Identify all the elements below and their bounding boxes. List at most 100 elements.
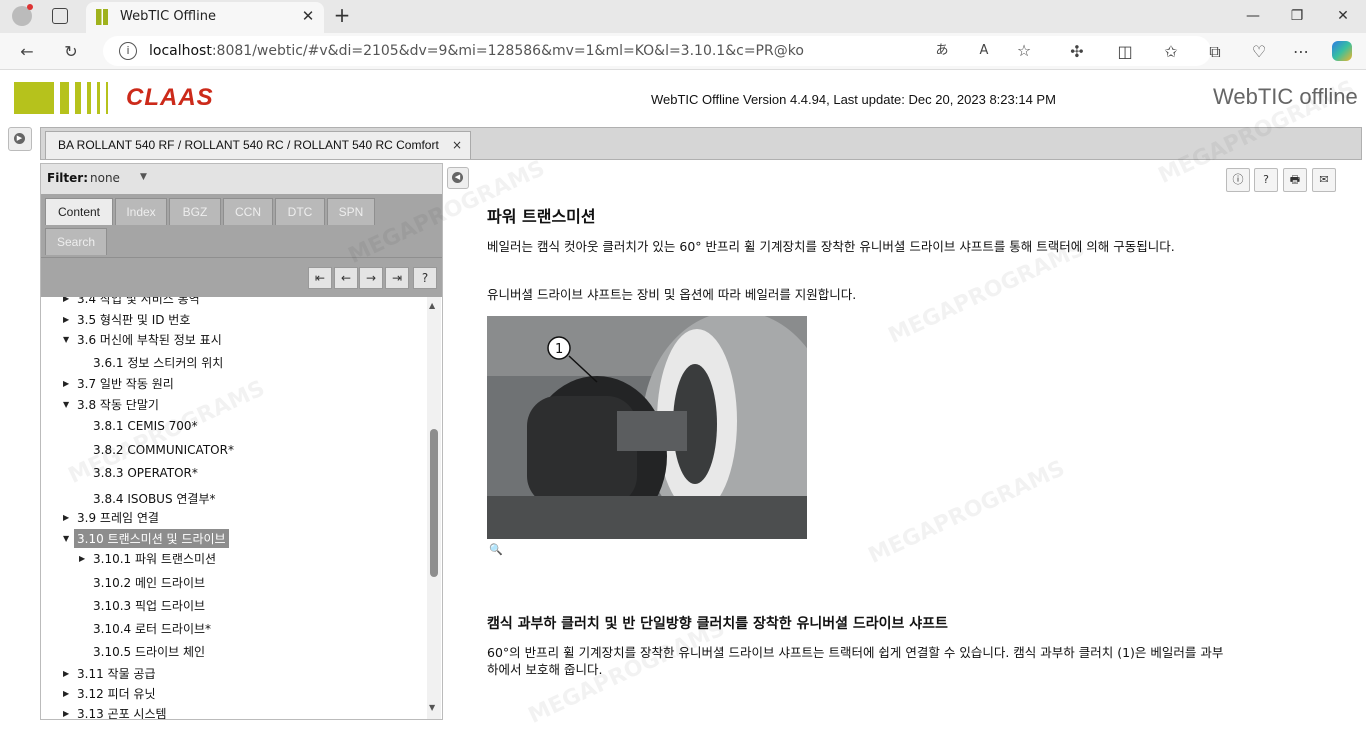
tree-item[interactable]: 3.11 작물 공급 [77, 665, 156, 682]
minimize-icon[interactable]: — [1238, 4, 1268, 28]
new-tab-icon[interactable]: + [330, 4, 354, 28]
nav-last-button[interactable]: ⇥ [385, 267, 409, 289]
tree-item[interactable]: 3.10.2 메인 드라이브 [93, 574, 205, 591]
tree-item[interactable]: 3.8 작동 단말기 [77, 396, 159, 413]
zoom-icon[interactable]: 🔍 [489, 543, 503, 556]
tree-item[interactable]: 3.13 곤포 시스템 [77, 705, 167, 719]
play-icon: ▶ [14, 133, 25, 144]
browser-tab[interactable]: WebTIC Offline ✕ [86, 2, 324, 33]
chevron-right-icon[interactable]: ▶ [63, 709, 69, 718]
sidebar-toggle-button[interactable]: ▶ [8, 127, 32, 151]
document-tab-strip: BA ROLLANT 540 RF / ROLLANT 540 RC / ROL… [40, 127, 1362, 160]
close-tab-icon[interactable]: ✕ [298, 6, 318, 26]
restore-icon[interactable]: ❐ [1282, 4, 1312, 28]
tree-item[interactable]: 3.10.1 파워 트랜스미션 [93, 550, 216, 567]
collapse-panel-button[interactable]: ◀ [447, 167, 469, 189]
tree-item[interactable]: 3.8.4 ISOBUS 연결부* [93, 490, 216, 507]
webtic-favicon-icon [96, 9, 108, 25]
chevron-right-icon[interactable]: ▶ [63, 689, 69, 698]
collections-icon[interactable]: ⧉ [1204, 41, 1226, 63]
tree-item[interactable]: 3.10 트랜스미션 및 드라이브 [74, 529, 229, 548]
app-header: CLAAS WebTIC Offline Version 4.4.94, Las… [6, 70, 1360, 128]
tree-item[interactable]: 3.6 머신에 부착된 정보 표시 [77, 331, 222, 348]
tree-item[interactable]: 3.9 프레임 연결 [77, 509, 159, 526]
performance-icon[interactable]: ♡ [1248, 41, 1270, 63]
help-doc-button[interactable]: ? [1254, 168, 1278, 192]
chevron-down-icon[interactable]: ▼ [140, 172, 147, 182]
nav-prev-button[interactable]: ← [334, 267, 358, 289]
profile-icon[interactable] [12, 4, 33, 26]
scroll-up-icon[interactable]: ▲ [429, 301, 435, 310]
paragraph-intro: 베일러는 캠식 컷아웃 클러치가 있는 60° 반프리 휠 기계장치를 장착한 … [487, 239, 1175, 254]
info-button[interactable]: ⓘ [1226, 168, 1250, 192]
reload-icon[interactable]: ↻ [60, 41, 82, 63]
nav-tabs: Content Index BGZ CCN DTC SPN Search ⇤ ←… [41, 194, 442, 297]
chevron-right-icon[interactable]: ▶ [63, 379, 69, 388]
chevron-down-icon[interactable]: ▼ [63, 400, 69, 409]
tree-item[interactable]: 3.8.3 OPERATOR* [93, 466, 198, 480]
tab-actions-icon[interactable] [52, 8, 68, 24]
figure-callout-1: 1 [555, 342, 563, 357]
paragraph-clutch: 60°의 반프리 휠 기계장치를 장착한 유니버셜 드라이브 샤프트는 트랙터에… [487, 645, 1224, 677]
favorites-list-icon[interactable]: ✩ [1160, 41, 1182, 63]
tree-item[interactable]: 3.8.1 CEMIS 700* [93, 419, 198, 433]
claas-logo-bars [14, 82, 109, 114]
site-info-icon[interactable]: i [119, 42, 137, 60]
address-bar-row: ← ↻ i localhost:8081/webtic/#v&di=2105&d… [0, 33, 1366, 70]
tab-content[interactable]: Content [45, 198, 113, 225]
split-screen-icon[interactable]: ◫ [1114, 41, 1136, 63]
translate-icon[interactable]: あ [931, 40, 953, 62]
tree-item[interactable]: 3.8.2 COMMUNICATOR* [93, 443, 234, 457]
tree-item[interactable]: 3.10.5 드라이브 체인 [93, 643, 205, 660]
chevron-down-icon[interactable]: ▼ [63, 335, 69, 344]
tab-index[interactable]: Index [115, 198, 167, 225]
tree-item[interactable]: 3.6.1 정보 스티커의 위치 [93, 354, 223, 371]
copilot-icon[interactable] [1332, 41, 1352, 61]
tree-item[interactable]: 3.12 피더 유닛 [77, 685, 156, 702]
chevron-right-icon[interactable]: ▶ [63, 297, 69, 303]
browser-tabbar: WebTIC Offline ✕ + — ❐ ✕ [0, 0, 1366, 33]
chevron-down-icon[interactable]: ▼ [63, 534, 69, 543]
tab-ccn[interactable]: CCN [223, 198, 273, 225]
chevron-right-icon[interactable]: ▶ [63, 315, 69, 324]
filter-row: Filter: none ▼ [41, 164, 442, 194]
tree-item[interactable]: 3.5 형식판 및 ID 번호 [77, 311, 190, 328]
close-document-icon[interactable]: × [452, 138, 462, 152]
address-bar[interactable]: i localhost:8081/webtic/#v&di=2105&dv=9&… [103, 36, 1211, 66]
claas-logo: CLAAS [126, 84, 214, 111]
tab-bgz[interactable]: BGZ [169, 198, 221, 225]
chevron-right-icon[interactable]: ▶ [79, 554, 85, 563]
tree-scrollbar[interactable]: ▲ ▼ [427, 297, 441, 719]
tree-item[interactable]: 3.7 일반 작동 원리 [77, 375, 174, 392]
section-subtitle: 캠식 과부하 클러치 및 반 단일방향 클러치를 장착한 유니버셜 드라이브 샤… [487, 616, 948, 632]
chevron-right-icon[interactable]: ▶ [63, 513, 69, 522]
read-aloud-icon[interactable]: A [973, 40, 995, 62]
tree-item[interactable]: 3.10.4 로터 드라이브* [93, 620, 211, 637]
scroll-thumb[interactable] [430, 429, 438, 577]
scroll-down-icon[interactable]: ▼ [429, 703, 435, 712]
filter-label: Filter: [47, 171, 89, 185]
chevron-right-icon[interactable]: ▶ [63, 669, 69, 678]
back-icon[interactable]: ← [16, 41, 38, 63]
nav-next-button[interactable]: → [359, 267, 383, 289]
help-button[interactable]: ? [413, 267, 437, 289]
document-tab-title: BA ROLLANT 540 RF / ROLLANT 540 RC / ROL… [58, 138, 439, 152]
tree-item[interactable]: 3.4 작업 및 서비스 통역 [77, 297, 200, 307]
nav-first-button[interactable]: ⇤ [308, 267, 332, 289]
more-icon[interactable]: ⋯ [1290, 41, 1312, 63]
document-tab[interactable]: BA ROLLANT 540 RF / ROLLANT 540 RC / ROL… [45, 131, 471, 159]
email-button[interactable]: ✉ [1312, 168, 1336, 192]
favorite-icon[interactable]: ☆ [1013, 40, 1035, 62]
extensions-icon[interactable]: ✣ [1066, 41, 1088, 63]
print-button[interactable]: 🖶 [1283, 168, 1307, 192]
version-info: WebTIC Offline Version 4.4.94, Last upda… [651, 92, 1056, 107]
tab-spn[interactable]: SPN [327, 198, 375, 225]
tab-search[interactable]: Search [45, 228, 107, 255]
drive-shaft-image[interactable]: 1 [487, 316, 807, 539]
filter-select[interactable]: none [90, 171, 120, 185]
arrow-left-icon: ◀ [452, 172, 463, 183]
url-text[interactable]: localhost:8081/webtic/#v&di=2105&dv=9&mi… [149, 43, 804, 59]
window-close-icon[interactable]: ✕ [1328, 4, 1358, 28]
tab-dtc[interactable]: DTC [275, 198, 325, 225]
tree-item[interactable]: 3.10.3 픽업 드라이브 [93, 597, 205, 614]
